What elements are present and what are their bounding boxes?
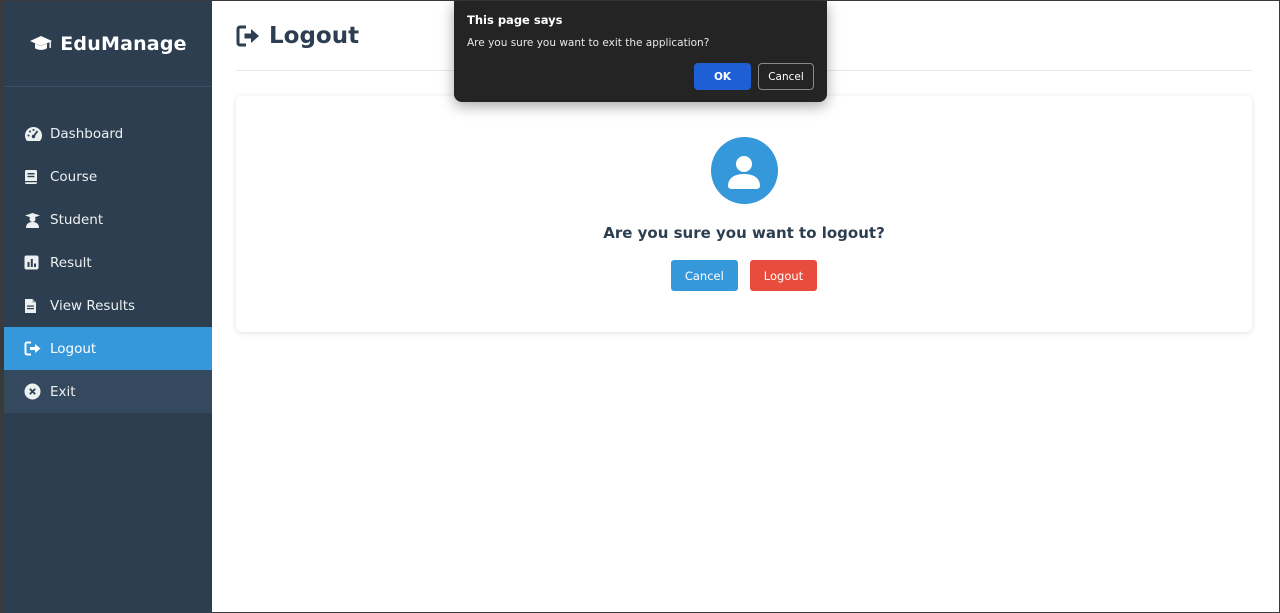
student-icon [24, 212, 46, 228]
avatar [710, 137, 778, 204]
sidebar-item-student[interactable]: Student [4, 198, 212, 241]
dialog-cancel-button[interactable]: Cancel [758, 63, 814, 90]
document-icon [24, 298, 46, 314]
sign-out-icon [236, 25, 259, 46]
sidebar-item-label: Result [50, 254, 92, 271]
brand: EduManage [4, 1, 212, 87]
confirm-dialog: This page says Are you sure you want to … [454, 1, 827, 102]
sidebar-item-label: Logout [50, 340, 97, 357]
logout-question: Are you sure you want to logout? [603, 224, 885, 242]
sidebar: EduManage Dashboard Course Student Resul… [4, 1, 212, 613]
close-circle-icon [24, 383, 46, 400]
dialog-title: This page says [467, 13, 563, 27]
page-title: Logout [269, 22, 360, 49]
sidebar-item-course[interactable]: Course [4, 155, 212, 198]
user-icon [728, 155, 760, 189]
sidebar-item-label: Student [50, 211, 104, 228]
sidebar-item-dashboard[interactable]: Dashboard [4, 112, 212, 155]
sidebar-item-label: View Results [50, 297, 136, 314]
logout-card: Are you sure you want to logout? Cancel … [236, 96, 1252, 332]
sidebar-item-view-results[interactable]: View Results [4, 284, 212, 327]
sign-out-icon [24, 341, 46, 356]
logout-button[interactable]: Logout [749, 260, 818, 291]
graduation-cap-icon [30, 35, 53, 50]
logout-actions: Cancel Logout [670, 260, 818, 291]
sidebar-item-label: Exit [50, 383, 76, 400]
sidebar-item-label: Course [50, 168, 98, 185]
sidebar-item-label: Dashboard [50, 125, 124, 142]
book-icon [24, 169, 46, 185]
sidebar-nav: Dashboard Course Student Result View Res… [4, 112, 212, 413]
dialog-ok-button[interactable]: OK [694, 63, 751, 90]
sidebar-item-logout[interactable]: Logout [4, 327, 212, 370]
brand-name: EduManage [60, 32, 187, 55]
dialog-message: Are you sure you want to exit the applic… [467, 37, 710, 49]
bar-chart-icon [24, 255, 46, 270]
sidebar-item-exit[interactable]: Exit [4, 370, 212, 413]
sidebar-item-result[interactable]: Result [4, 241, 212, 284]
gauge-icon [24, 126, 46, 142]
cancel-button[interactable]: Cancel [670, 260, 738, 291]
